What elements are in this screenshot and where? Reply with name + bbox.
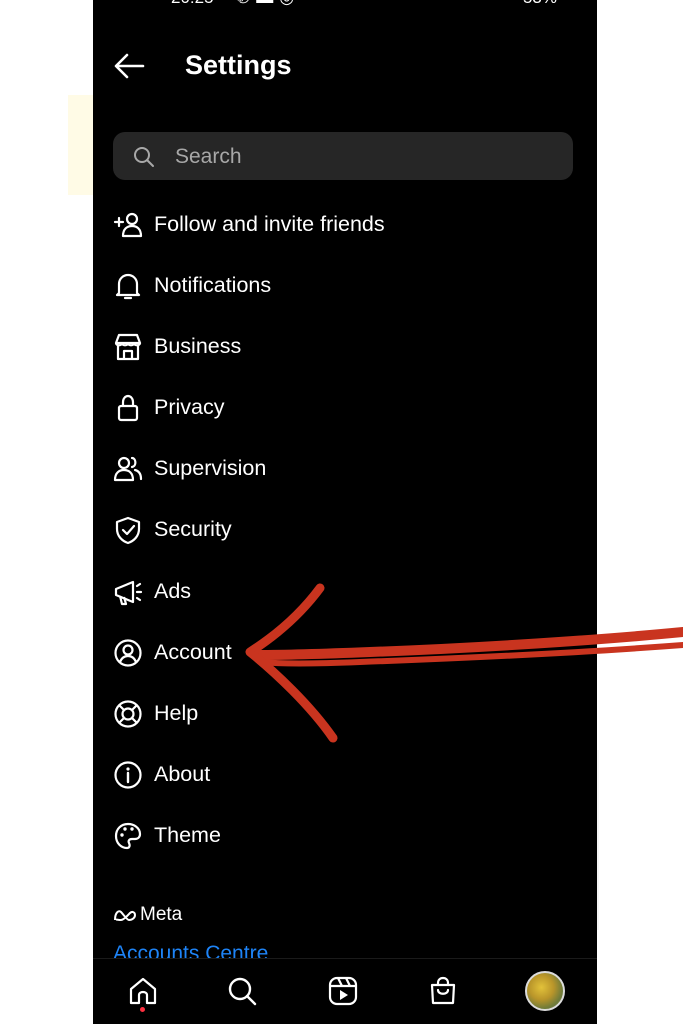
palette-icon: [114, 822, 142, 850]
status-bar: 20:25 ✆▬◎ 53%: [93, 0, 597, 12]
tab-shop[interactable]: [423, 971, 463, 1011]
menu-item-label: Notifications: [154, 273, 272, 298]
page-title: Settings: [185, 50, 292, 80]
menu-item-account[interactable]: Account: [93, 623, 597, 684]
menu-item-label: Follow and invite friends: [154, 212, 385, 236]
header: Settings: [93, 40, 597, 92]
lock-icon: [117, 395, 139, 422]
meta-logo-icon: [114, 910, 137, 922]
menu-item-help[interactable]: Help: [93, 684, 597, 745]
menu-item-notifications[interactable]: Notifications: [93, 256, 597, 317]
menu-item-business[interactable]: Business: [93, 317, 597, 378]
menu-item-label: About: [154, 761, 211, 786]
meta-label: Meta: [140, 904, 183, 925]
menu-item-label: Security: [154, 517, 232, 542]
reels-icon: [328, 976, 358, 1006]
megaphone-icon: [114, 580, 143, 605]
settings-menu: Follow and invite friends Notifications …: [93, 195, 597, 867]
tab-reels[interactable]: [323, 971, 363, 1011]
shield-check-icon: [115, 517, 141, 545]
search-icon: [134, 147, 154, 167]
lifebuoy-icon: [114, 700, 142, 728]
search-bar[interactable]: [113, 132, 573, 180]
menu-item-label: Ads: [154, 578, 192, 603]
home-active-dot: [140, 1007, 145, 1012]
menu-item-supervision[interactable]: Supervision: [93, 439, 597, 500]
menu-item-label: Privacy: [154, 395, 225, 420]
menu-item-follow-invite[interactable]: Follow and invite friends: [93, 195, 597, 256]
menu-item-label: Account: [154, 639, 232, 664]
phone-screen: 20:25 ✆▬◎ 53% Settings Follow and invite…: [93, 0, 597, 1024]
menu-item-label: Supervision: [154, 456, 267, 481]
menu-item-about[interactable]: About: [93, 745, 597, 806]
profile-avatar[interactable]: [525, 971, 565, 1011]
menu-item-ads[interactable]: Ads: [93, 562, 597, 623]
status-notification-icons: ✆▬◎: [236, 0, 300, 8]
background-strip: [68, 95, 93, 195]
info-icon: [114, 761, 142, 789]
menu-item-label: Help: [154, 700, 199, 725]
account-circle-icon: [114, 639, 142, 667]
back-arrow-icon[interactable]: [113, 52, 145, 80]
add-person-icon: [113, 212, 143, 238]
menu-item-security[interactable]: Security: [93, 500, 597, 561]
shop-icon: [114, 334, 142, 361]
bell-icon: [115, 273, 141, 300]
search-input[interactable]: [173, 140, 557, 174]
home-icon: [129, 977, 157, 1005]
bottom-tab-bar: [93, 958, 597, 1024]
people-icon: [113, 457, 143, 482]
status-time: 20:25: [171, 0, 214, 8]
status-battery: 53%: [523, 0, 557, 8]
menu-item-privacy[interactable]: Privacy: [93, 378, 597, 439]
shop-bag-icon: [430, 976, 456, 1005]
search-icon: [228, 977, 257, 1006]
tab-home[interactable]: [123, 971, 163, 1011]
tab-search[interactable]: [222, 971, 262, 1011]
menu-item-theme[interactable]: Theme: [93, 806, 597, 867]
menu-item-label: Theme: [154, 822, 221, 847]
menu-item-label: Business: [154, 334, 242, 359]
